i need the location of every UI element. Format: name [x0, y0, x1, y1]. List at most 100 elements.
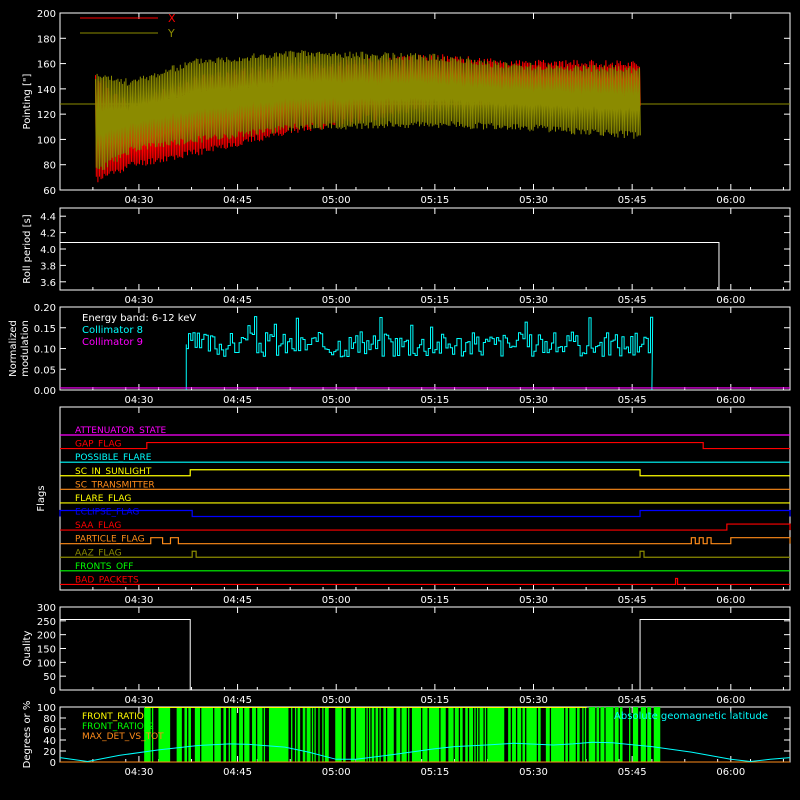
pointing-ytick-label: 120: [37, 110, 56, 121]
roll-ytick-label: 3.8: [40, 261, 56, 272]
modulation-ytick-label: 0.00: [34, 386, 56, 397]
flag-label-saa-flag: SAA_FLAG: [75, 521, 121, 531]
geomag-ylabel: Degrees or %: [22, 701, 33, 769]
pointing-xtick-label: 05:15: [420, 195, 449, 206]
quality-xtick-label: 06:00: [716, 695, 745, 706]
geomag-xtick-label: 04:45: [223, 767, 252, 778]
modulation-ytick-label: 0.10: [34, 345, 56, 356]
pointing-ytick-label: 80: [43, 161, 56, 172]
modulation-xtick-label: 05:00: [322, 395, 351, 406]
geomag-ytick-label: 20: [43, 747, 56, 758]
roll-xtick-label: 05:45: [618, 295, 647, 306]
flags-ylabel: Flags: [36, 485, 47, 511]
geomag-xtick-label: 05:45: [618, 767, 647, 778]
roll-xtick-label: 06:00: [716, 295, 745, 306]
flag-label-bad-packets: BAD_PACKETS: [75, 575, 139, 585]
geomag-xtick-label: 04:30: [125, 767, 154, 778]
geomag-xtick-label: 05:30: [519, 767, 548, 778]
roll-xtick-label: 04:45: [223, 295, 252, 306]
flag-label-fronts-off: FRONTS_OFF: [75, 562, 133, 572]
flag-label-sc-in-sunlight: SC_IN_SUNLIGHT: [75, 467, 152, 477]
flags-xtick-label: 04:30: [125, 595, 154, 606]
pointing-ytick-label: 60: [43, 186, 56, 197]
flag-label-eclipse-flag: ECLIPSE_FLAG: [75, 508, 139, 518]
pointing-ytick-label: 160: [37, 60, 56, 71]
roll-ytick-label: 4.2: [40, 229, 56, 240]
flags-xtick-label: 05:15: [420, 595, 449, 606]
quality-ytick-label: 300: [37, 603, 56, 614]
modulation-ytick-label: 0.15: [34, 324, 56, 335]
legend-label-y: Y: [167, 27, 175, 40]
flag-label-gap-flag: GAP_FLAG: [75, 440, 121, 450]
quality-xtick-label: 05:00: [322, 695, 351, 706]
quality-ytick-label: 50: [43, 672, 56, 683]
geomag-xtick-label: 05:15: [420, 767, 449, 778]
pointing-xtick-label: 06:00: [716, 195, 745, 206]
quality-xtick-label: 04:45: [223, 695, 252, 706]
modulation-ytick-label: 0.05: [34, 365, 56, 376]
flags-xtick-label: 06:00: [716, 595, 745, 606]
modulation-ylabel-2: modulation: [20, 320, 31, 377]
quality-ylabel: Quality: [22, 631, 33, 667]
quality-xtick-label: 04:30: [125, 695, 154, 706]
roll-xtick-label: 05:15: [420, 295, 449, 306]
roll-ytick-label: 4.4: [40, 212, 56, 223]
modulation-xtick-label: 05:15: [420, 395, 449, 406]
flag-label-particle-flag: PARTICLE_FLAG: [75, 535, 145, 545]
quality-xtick-label: 05:45: [618, 695, 647, 706]
modulation-ylabel-1: Normalized: [8, 320, 19, 377]
quality-ytick-label: 100: [37, 658, 56, 669]
pointing-xtick-label: 05:00: [322, 195, 351, 206]
flag-label-sc-transmitter: SC_TRANSMITTER: [75, 480, 155, 490]
pointing-ytick-label: 100: [37, 135, 56, 146]
modulation-xtick-label: 06:00: [716, 395, 745, 406]
collimator-8-legend: Collimator 8: [82, 325, 143, 336]
modulation-xtick-label: 04:30: [125, 395, 154, 406]
flags-xtick-label: 04:45: [223, 595, 252, 606]
flag-label-attenuator-state: ATTENUATOR_STATE: [75, 426, 167, 436]
pointing-xtick-label: 05:45: [618, 195, 647, 206]
rhessi-quicklook-figure: 04:30 04:45 05:00 05:15 05:30 05:45 06:0060801…: [0, 0, 800, 800]
flag-label-possible-flare: POSSIBLE_FLARE: [75, 453, 152, 463]
geomag-ytick-label: 40: [43, 736, 56, 747]
geomag-ytick-label: 0: [50, 758, 56, 769]
flags-xtick-label: 05:00: [322, 595, 351, 606]
flags-xtick-label: 05:45: [618, 595, 647, 606]
roll-xtick-label: 05:00: [322, 295, 351, 306]
quality-ytick-label: 200: [37, 631, 56, 642]
geomag-ytick-label: 100: [37, 703, 56, 714]
energy-band-annotation: Energy band: 6-12 keV: [82, 313, 196, 324]
geomag-xtick-label: 06:00: [716, 767, 745, 778]
roll-xtick-label: 04:30: [125, 295, 154, 306]
pointing-ytick-label: 180: [37, 34, 56, 45]
pointing-xtick-label: 05:30: [519, 195, 548, 206]
pointing-xtick-label: 04:45: [223, 195, 252, 206]
modulation-xtick-label: 05:30: [519, 395, 548, 406]
quality-xtick-label: 05:30: [519, 695, 548, 706]
legend-label-x: X: [168, 12, 176, 25]
roll-ylabel: Roll period [s]: [22, 214, 33, 283]
geomagnetic-latitude-legend: Absolute geomagnetic latitude: [614, 711, 768, 722]
modulation-xtick-label: 04:45: [223, 395, 252, 406]
quality-ytick-label: 0: [50, 686, 56, 697]
pointing-ylabel: Pointing ["]: [22, 73, 33, 129]
quality-ytick-label: 250: [37, 617, 56, 628]
front-ratio-legend: FRONT_RATIO: [82, 712, 144, 722]
roll-ytick-label: 4.0: [40, 245, 56, 256]
flag-label-aaz-flag: AAZ_FLAG: [75, 548, 122, 558]
roll-xtick-label: 05:30: [519, 295, 548, 306]
max-det-legend: MAX_DET_VS_TOT: [82, 732, 164, 742]
roll-ytick-label: 3.6: [40, 278, 56, 289]
geomag-xtick-label: 05:00: [322, 767, 351, 778]
collimator-9-legend: Collimator 9: [82, 337, 143, 348]
pointing-ytick-label: 200: [37, 9, 56, 20]
flags-xtick-label: 05:30: [519, 595, 548, 606]
pointing-ytick-label: 140: [37, 85, 56, 96]
modulation-ytick-label: 0.20: [34, 303, 56, 314]
quality-ytick-label: 150: [37, 645, 56, 656]
pointing-xtick-label: 04:30: [125, 195, 154, 206]
front-ratio-2-legend: FRONT_RATIO_2: [82, 722, 154, 732]
flag-label-flare-flag: FLARE_FLAG: [75, 494, 131, 504]
geomag-ytick-label: 80: [43, 714, 56, 725]
geomag-ytick-label: 60: [43, 725, 56, 736]
